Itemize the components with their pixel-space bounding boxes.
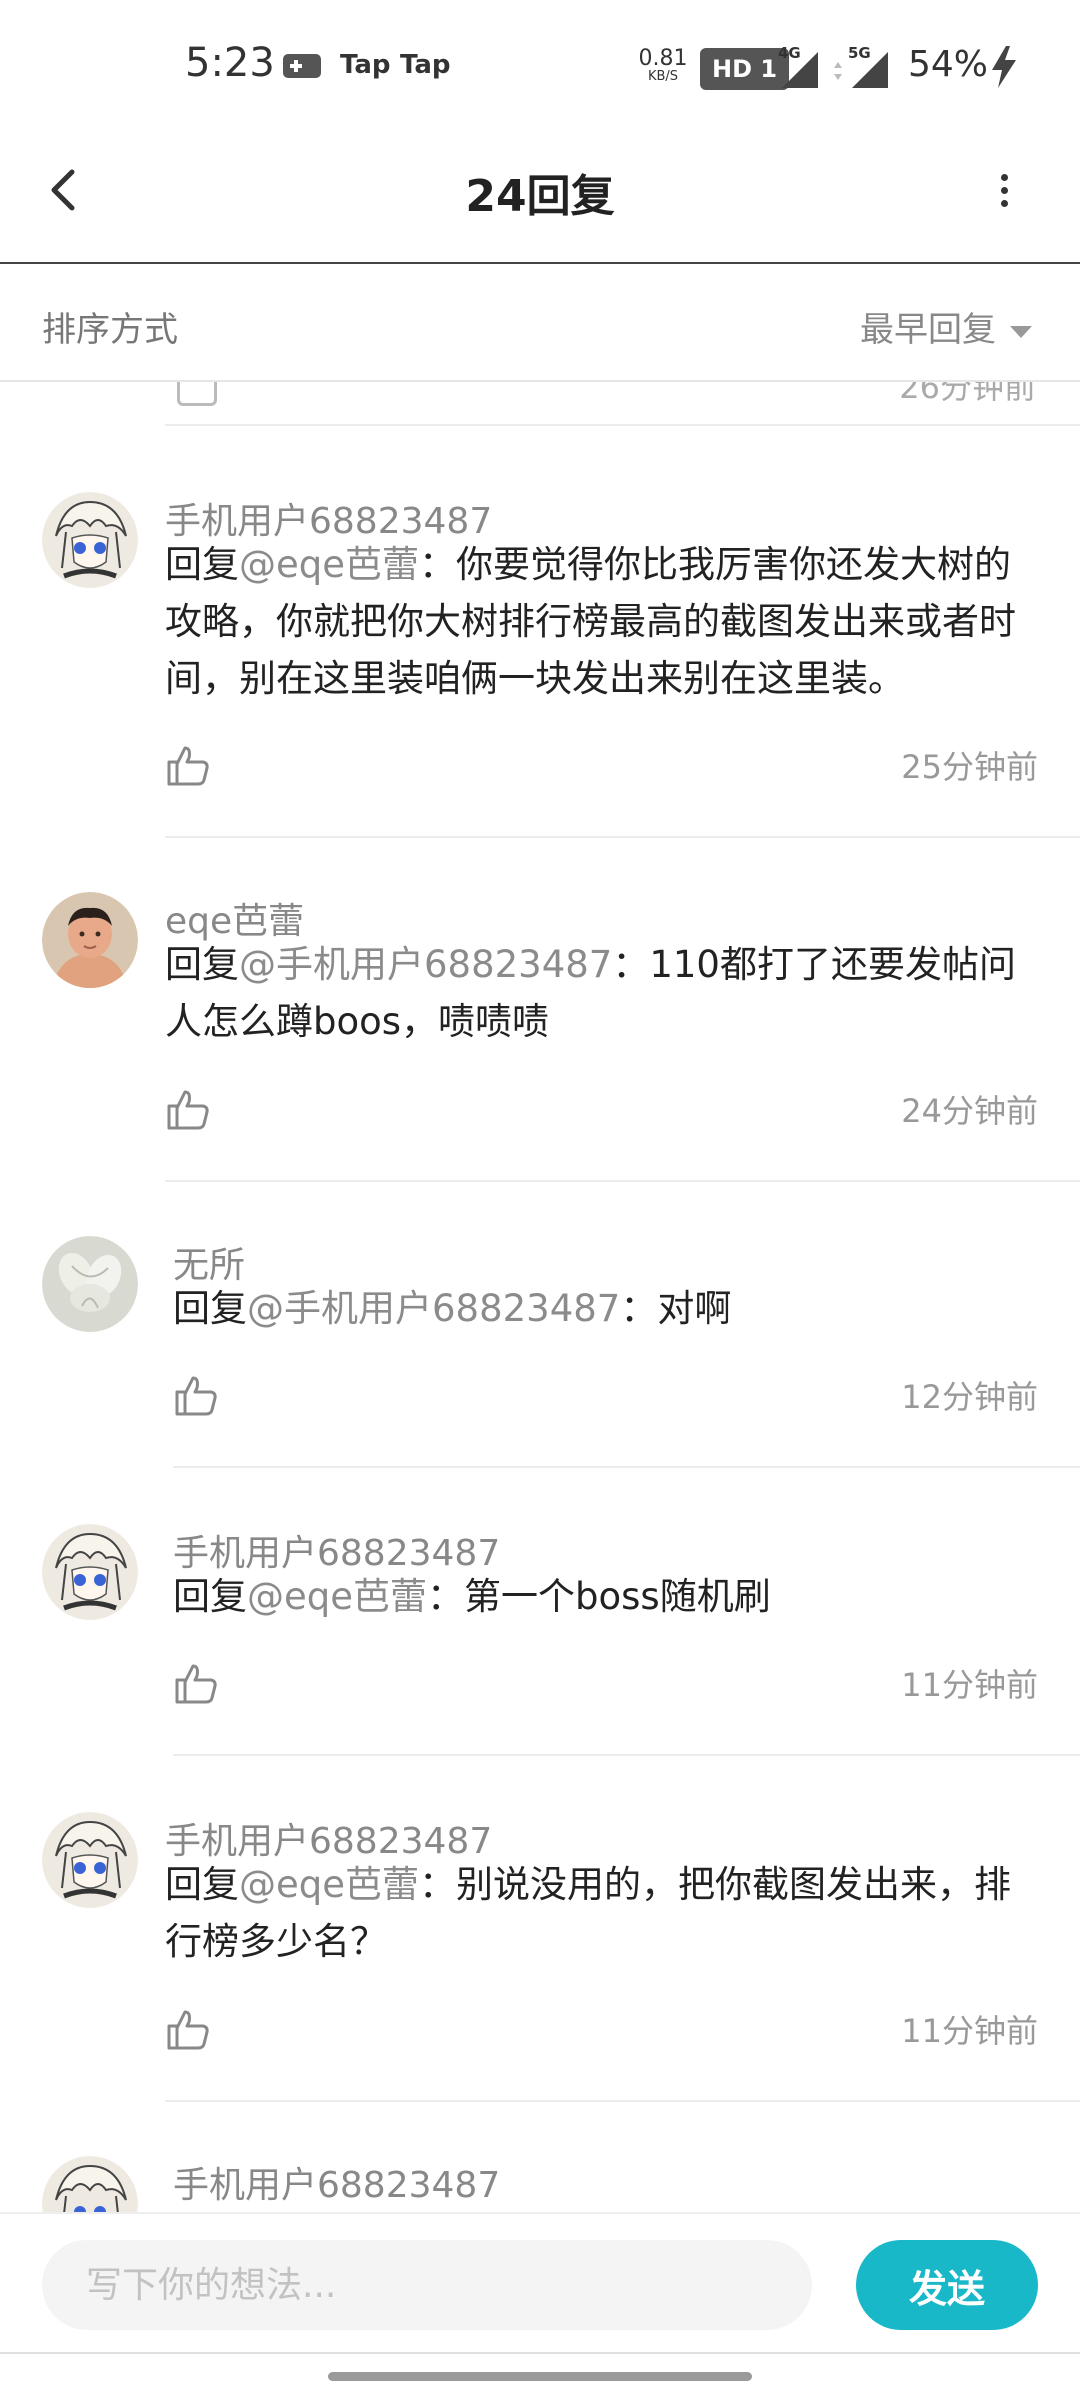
- sim1-network-type: 4G: [778, 44, 801, 62]
- avatar[interactable]: [42, 1236, 138, 1332]
- thumbs-up-icon: [175, 1376, 217, 1416]
- like-button[interactable]: [165, 1086, 211, 1132]
- sim2-network-type: 5G: [848, 44, 871, 62]
- avatar[interactable]: [42, 1812, 138, 1908]
- reply-list[interactable]: 26分钟前 手机用户68823487 回复@eqe芭蕾：你要觉得你比我厉害你还发…: [0, 382, 1080, 2212]
- reply-text: ：第一个boss随机刷: [427, 1575, 771, 1618]
- anime-avatar-image: [42, 492, 138, 588]
- signal-5g-icon: 5G: [830, 44, 892, 90]
- mention-link[interactable]: @手机用户68823487: [239, 943, 612, 986]
- battery-level: 54%: [908, 44, 989, 85]
- charging-bolt-icon: [990, 46, 1018, 88]
- page-title: 24回复: [465, 171, 615, 222]
- divider: [173, 1466, 1080, 1468]
- reply-content: 回复@手机用户68823487：110都打了还要发帖问人怎么蹲boos，啧啧啧: [165, 936, 1045, 1050]
- hd-voice-badge: HD 1: [700, 48, 790, 90]
- reply-time: 24分钟前: [901, 1092, 1038, 1130]
- reply-prefix: 回复: [173, 1287, 247, 1330]
- network-speed-value: 0.81: [638, 46, 688, 71]
- like-button[interactable]: [173, 1660, 219, 1706]
- sort-bar: 排序方式 最早回复: [0, 264, 1080, 382]
- reply-time: 12分钟前: [901, 1378, 1038, 1416]
- mention-link[interactable]: @eqe芭蕾: [239, 1863, 419, 1906]
- reply-item: 无所 回复@手机用户68823487：对啊 12分钟前: [0, 1236, 1080, 1526]
- thumbs-up-icon[interactable]: [177, 382, 217, 406]
- like-button[interactable]: [165, 742, 211, 788]
- taptap-notification-icon-2: Tap: [400, 50, 451, 80]
- mention-link[interactable]: @eqe芭蕾: [247, 1575, 427, 1618]
- mention-link[interactable]: @手机用户68823487: [247, 1287, 620, 1330]
- partial-reply-footer: 26分钟前: [165, 382, 1080, 426]
- reply-item: 手机用户68823487 回复@eqe芭蕾：别说没用的，把你截图发出来，排行榜多…: [0, 1812, 1080, 2156]
- reply-item: 手机用户68823487 回复@eqe芭蕾：你要觉得你比我厉害你还发大树的攻略，…: [0, 492, 1080, 842]
- gamepad-icon: [283, 54, 321, 78]
- more-vertical-icon-dot: [1001, 187, 1008, 194]
- reply-prefix: 回复: [165, 943, 239, 986]
- more-vertical-icon-dot: [1001, 200, 1008, 207]
- app-header: 24回复: [0, 130, 1080, 264]
- divider: [165, 2100, 1080, 2102]
- user-photo-avatar-image: [42, 892, 138, 988]
- divider: [165, 836, 1080, 838]
- reply-text: ：对啊: [620, 1287, 732, 1330]
- send-button[interactable]: 发送: [856, 2240, 1038, 2330]
- reply-item: eqe芭蕾 回复@手机用户68823487：110都打了还要发帖问人怎么蹲boo…: [0, 892, 1080, 1192]
- signal-4g-icon: 4G: [778, 44, 820, 90]
- reply-content: 回复@eqe芭蕾：你要觉得你比我厉害你还发大树的攻略，你就把你大树排行榜最高的截…: [165, 536, 1045, 707]
- reply-time: 25分钟前: [901, 748, 1038, 786]
- reply-content: 回复@eqe芭蕾：第一个boss随机刷: [173, 1568, 1053, 1625]
- thumbs-up-icon: [175, 1664, 217, 1704]
- reply-prefix: 回复: [165, 543, 239, 586]
- more-options-button[interactable]: [980, 158, 1028, 222]
- avatar[interactable]: [42, 2156, 138, 2212]
- flower-photo-avatar-image: [42, 1236, 138, 1332]
- network-speed-unit: KB/S: [647, 69, 679, 84]
- thumbs-up-icon: [167, 746, 209, 786]
- avatar[interactable]: [42, 892, 138, 988]
- more-vertical-icon-dot: [1001, 174, 1008, 181]
- network-speed: 0.81 KB/S: [638, 46, 688, 84]
- comment-input[interactable]: [42, 2240, 812, 2330]
- thumbs-up-icon: [167, 2010, 209, 2050]
- avatar[interactable]: [42, 1524, 138, 1620]
- status-bar: 5:23 Tap Tap 0.81 KB/S HD 1 4G 5G 54%: [0, 0, 1080, 130]
- reply-username[interactable]: 手机用户68823487: [173, 2156, 500, 2208]
- reply-time: 11分钟前: [901, 2012, 1038, 2050]
- reply-item: 手机用户68823487: [0, 2156, 1080, 2212]
- sort-label: 排序方式: [42, 310, 178, 350]
- reply-time: 11分钟前: [901, 1666, 1038, 1704]
- like-button[interactable]: [173, 1372, 219, 1418]
- thumbs-up-icon: [167, 1090, 209, 1130]
- anime-avatar-image: [42, 1524, 138, 1620]
- reply-time: 26分钟前: [899, 382, 1036, 406]
- like-button[interactable]: [165, 2006, 211, 2052]
- reply-content: 回复@eqe芭蕾：别说没用的，把你截图发出来，排行榜多少名？: [165, 1856, 1045, 1970]
- reply-item: 手机用户68823487 回复@eqe芭蕾：第一个boss随机刷 11分钟前: [0, 1524, 1080, 1814]
- reply-content: 回复@手机用户68823487：对啊: [173, 1280, 1053, 1337]
- divider: [165, 1180, 1080, 1182]
- status-time: 5:23: [185, 40, 275, 86]
- sort-selected-value: 最早回复: [860, 310, 996, 350]
- reply-input-bar: 发送: [0, 2212, 1080, 2354]
- avatar[interactable]: [42, 492, 138, 588]
- reply-prefix: 回复: [165, 1863, 239, 1906]
- home-indicator[interactable]: [328, 2372, 752, 2381]
- sort-dropdown[interactable]: 最早回复: [860, 302, 1032, 351]
- mention-link[interactable]: @eqe芭蕾: [239, 543, 419, 586]
- divider: [0, 2352, 1080, 2354]
- caret-down-icon: [1010, 325, 1032, 338]
- anime-avatar-image: [42, 1812, 138, 1908]
- divider: [173, 1754, 1080, 1756]
- reply-prefix: 回复: [173, 1575, 247, 1618]
- anime-avatar-image: [42, 2156, 138, 2212]
- taptap-notification-icon: Tap: [340, 50, 391, 80]
